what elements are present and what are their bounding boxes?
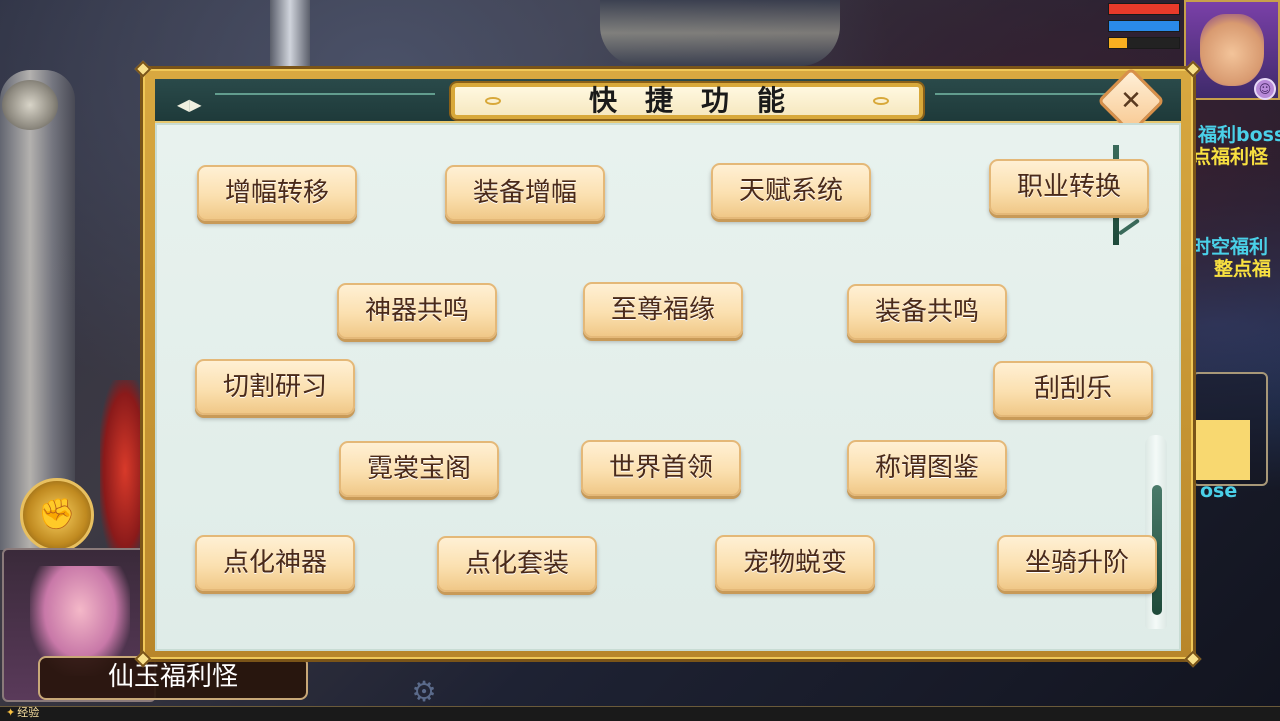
sword-decoration bbox=[270, 0, 310, 66]
func-button-qiege-yanxi[interactable]: 切割研习 bbox=[195, 359, 355, 415]
func-button-tianfu-xitong[interactable]: 天赋系统 bbox=[711, 163, 871, 219]
mana-bar bbox=[1108, 20, 1180, 32]
func-button-dianhua-shenqi[interactable]: 点化神器 bbox=[195, 535, 355, 591]
medallion-decoration bbox=[600, 0, 840, 66]
title-plate: 快捷功能 bbox=[451, 83, 923, 119]
bamboo-leaf bbox=[1118, 218, 1140, 236]
smile-icon[interactable]: ☺ bbox=[1254, 78, 1276, 100]
side-text[interactable]: ose bbox=[1200, 480, 1237, 502]
side-panel-highlight bbox=[1194, 420, 1250, 480]
boss-label[interactable]: 仙玉福利怪 bbox=[38, 656, 308, 700]
header-swirl bbox=[935, 93, 1105, 95]
func-button-zhiye-zhuanhuan[interactable]: 职业转换 bbox=[989, 159, 1149, 215]
dialog-title: 快捷功能 bbox=[588, 84, 813, 117]
emblem-icon[interactable]: ✊ bbox=[20, 478, 94, 552]
func-button-shijie-shouling[interactable]: 世界首领 bbox=[581, 440, 741, 496]
exp-label-text: 经验 bbox=[17, 706, 40, 719]
func-button-chongwu-tuibian[interactable]: 宠物蜕变 bbox=[715, 535, 875, 591]
func-button-zhuangbei-zengfu[interactable]: 装备增幅 bbox=[445, 165, 605, 221]
exp-bar bbox=[0, 706, 1280, 721]
func-button-zuoqi-shengjie[interactable]: 坐骑升阶 bbox=[997, 535, 1157, 591]
func-button-dianhua-taozhuang[interactable]: 点化套装 bbox=[437, 536, 597, 592]
dialog-header: ◀▶ 快捷功能 bbox=[155, 79, 1181, 123]
gear-icon[interactable]: ⚙ bbox=[410, 678, 438, 706]
func-button-zengfu-zhuanyi[interactable]: 增幅转移 bbox=[197, 165, 357, 221]
status-bars bbox=[1108, 3, 1180, 54]
energy-bar bbox=[1108, 37, 1180, 49]
close-icon: ✕ bbox=[1120, 86, 1142, 116]
exp-label: ✦ 经验 bbox=[6, 706, 39, 720]
health-bar bbox=[1108, 3, 1180, 15]
quick-functions-dialog: ◀▶ 快捷功能 ✕ 增幅转移 装备增幅 天赋系统 职业转换 神器共鸣 至尊福缘 … bbox=[134, 60, 1202, 668]
side-text[interactable]: 点福利怪 bbox=[1192, 142, 1268, 169]
func-button-nichang-baoge[interactable]: 霓裳宝阁 bbox=[339, 441, 499, 497]
func-button-zhizun-fuyuan[interactable]: 至尊福缘 bbox=[583, 282, 743, 338]
avatar-face bbox=[1200, 14, 1264, 86]
func-button-guaguale[interactable]: 刮刮乐 bbox=[993, 361, 1153, 417]
header-arrow-icon: ◀▶ bbox=[177, 95, 202, 114]
pillar-cap bbox=[2, 80, 58, 130]
func-button-shenqi-gongming[interactable]: 神器共鸣 bbox=[337, 283, 497, 339]
func-button-chengwei-tujian[interactable]: 称谓图鉴 bbox=[847, 440, 1007, 496]
side-text[interactable]: 整点福 bbox=[1214, 254, 1271, 281]
func-button-zhuangbei-gongming[interactable]: 装备共鸣 bbox=[847, 284, 1007, 340]
dialog-body: 增幅转移 装备增幅 天赋系统 职业转换 神器共鸣 至尊福缘 装备共鸣 切割研习 … bbox=[155, 123, 1181, 651]
header-swirl bbox=[215, 93, 435, 95]
exp-star-icon: ✦ bbox=[6, 706, 16, 719]
